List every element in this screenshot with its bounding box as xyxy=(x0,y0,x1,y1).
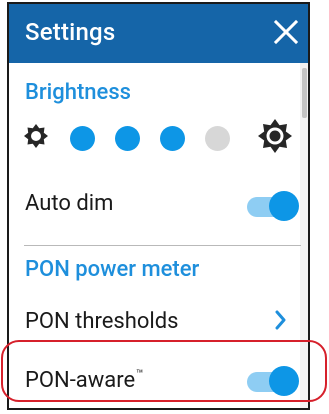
brightness-level-4[interactable] xyxy=(205,126,230,151)
scrollbar[interactable] xyxy=(300,63,308,408)
pon-aware-text: PON-aware xyxy=(25,368,136,393)
trademark-symbol: ™ xyxy=(136,367,144,381)
auto-dim-label: Auto dim xyxy=(25,191,114,216)
settings-header: Settings xyxy=(9,4,308,63)
brightness-level-2[interactable] xyxy=(115,126,140,151)
brightness-level-1[interactable] xyxy=(70,126,95,151)
page-title: Settings xyxy=(25,18,116,46)
close-icon xyxy=(273,19,299,45)
pon-thresholds-label[interactable]: PON thresholds xyxy=(25,309,179,334)
close-button[interactable] xyxy=(268,14,304,50)
chevron-right-icon[interactable] xyxy=(275,310,287,330)
auto-dim-toggle[interactable] xyxy=(247,189,299,223)
brightness-label: Brightness xyxy=(25,80,131,105)
scrollbar-thumb[interactable] xyxy=(302,68,307,118)
toggle-knob xyxy=(269,366,299,396)
toggle-knob xyxy=(269,191,299,221)
pon-power-meter-label: PON power meter xyxy=(25,257,200,282)
brightness-slider[interactable] xyxy=(23,118,293,154)
pon-aware-label: PON-aware™ xyxy=(25,367,144,393)
settings-panel: Settings Brightness Auto dim PON power m… xyxy=(7,2,310,410)
brightness-low-icon xyxy=(24,124,48,148)
pon-aware-toggle[interactable] xyxy=(247,364,299,398)
divider xyxy=(24,245,301,246)
brightness-level-3[interactable] xyxy=(160,126,185,151)
brightness-high-icon xyxy=(258,119,292,153)
